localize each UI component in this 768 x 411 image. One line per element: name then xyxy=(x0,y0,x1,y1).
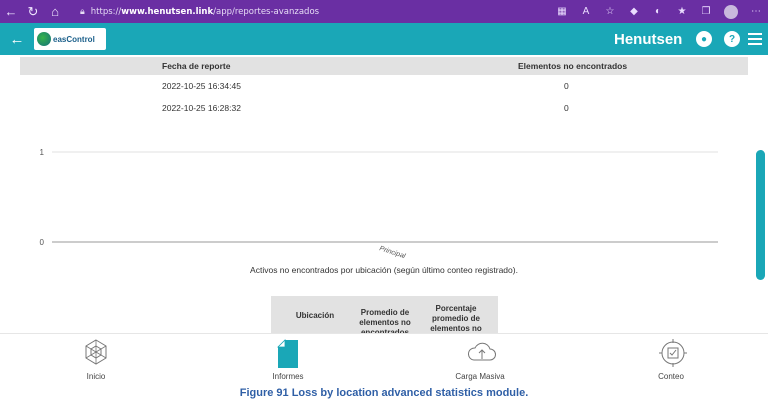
cell-missing: 0 xyxy=(564,103,569,113)
document-icon xyxy=(277,339,298,368)
nav-item-carga-masiva[interactable]: Carga Masiva xyxy=(430,334,530,384)
nav-item-inicio[interactable]: Inicio xyxy=(46,334,146,384)
brand-name: Henutsen xyxy=(614,30,683,48)
cloud-upload-icon xyxy=(468,342,496,361)
help-icon[interactable]: ? xyxy=(724,31,740,47)
nav-item-informes[interactable]: Informes xyxy=(238,334,338,384)
nav-item-conteo[interactable]: Conteo xyxy=(621,334,721,384)
browser-refresh-icon[interactable]: ↻ xyxy=(22,0,44,23)
browser-home-icon[interactable]: ⌂ xyxy=(44,0,66,23)
read-aloud-icon[interactable]: A xyxy=(574,6,598,17)
nav-label-conteo: Conteo xyxy=(658,372,684,381)
summary-header-average: Promedio de elementos no encontrados xyxy=(359,308,411,333)
report-content: Fecha de reporte Elementos no encontrado… xyxy=(0,55,768,333)
summary-table-header: Ubicación Promedio de elementos no encon… xyxy=(271,296,498,333)
report-table-header: Fecha de reporte Elementos no encontrado… xyxy=(20,57,748,75)
column-header-date: Fecha de reporte xyxy=(162,61,231,71)
copilot-icon[interactable]: ◐ xyxy=(646,6,670,17)
browser-actions: ▦ A ☆ ◆ ◐ ★ ❐ ⋯ xyxy=(550,0,768,23)
url-prefix: https:// xyxy=(90,6,122,17)
company-logo: easControl xyxy=(34,28,106,50)
logo-text: easControl xyxy=(53,34,95,44)
grid-icon[interactable]: ▦ xyxy=(550,6,574,17)
url-path: /app/reportes-avanzados xyxy=(213,6,320,17)
hamburger-menu-icon[interactable] xyxy=(748,33,762,45)
y-tick-label: 1 xyxy=(40,148,45,157)
cell-date: 2022-10-25 16:34:45 xyxy=(162,81,241,91)
bottom-navigation: Inicio Informes Carga Masiva Conteo xyxy=(0,333,768,383)
browser-back-icon[interactable]: ← xyxy=(0,0,22,23)
nav-label-carga-masiva: Carga Masiva xyxy=(455,372,505,381)
figure-caption: Figure 91 Loss by location advanced stat… xyxy=(239,387,529,399)
y-tick-label: 0 xyxy=(40,238,45,247)
collections-icon[interactable]: ❐ xyxy=(694,6,718,17)
nav-label-inicio: Inicio xyxy=(86,372,106,381)
lock-icon: 🔒︎ xyxy=(80,6,85,17)
profile-avatar[interactable] xyxy=(724,4,738,19)
extension-icon[interactable]: ◆ xyxy=(622,6,646,17)
back-arrow-icon[interactable]: ← xyxy=(0,31,34,48)
more-icon[interactable]: ⋯ xyxy=(744,6,768,17)
nav-label-informes: Informes xyxy=(272,372,304,381)
chart-caption: Activos no encontrados por ubicación (se… xyxy=(250,265,518,275)
summary-header-location: Ubicación xyxy=(295,311,335,320)
radar-icon xyxy=(85,339,107,365)
browser-toolbar: ← ↻ ⌂ 🔒︎ https://www.henutsen.link/app/r… xyxy=(0,0,768,23)
favorite-add-icon[interactable]: ☆ xyxy=(598,6,622,17)
column-header-missing: Elementos no encontrados xyxy=(518,61,628,71)
app-header: ← easControl Henutsen ● ? xyxy=(0,23,768,55)
table-row: 2022-10-25 16:34:45 0 xyxy=(20,77,748,97)
target-icon xyxy=(659,339,687,367)
table-row: 2022-10-25 16:28:32 0 xyxy=(20,99,748,119)
url-host: www.henutsen.link xyxy=(121,6,214,17)
logo-mark xyxy=(37,32,51,46)
cell-missing: 0 xyxy=(564,81,569,91)
address-bar[interactable]: 🔒︎ https://www.henutsen.link/app/reporte… xyxy=(74,3,454,20)
user-icon[interactable]: ● xyxy=(696,31,712,47)
favorites-icon[interactable]: ★ xyxy=(670,6,694,17)
cell-date: 2022-10-25 16:28:32 xyxy=(162,103,241,113)
page-scrollbar[interactable] xyxy=(756,150,765,280)
summary-header-percentage: Porcentaje promedio de elementos no xyxy=(430,304,482,333)
x-tick-label: Principal xyxy=(378,245,406,260)
